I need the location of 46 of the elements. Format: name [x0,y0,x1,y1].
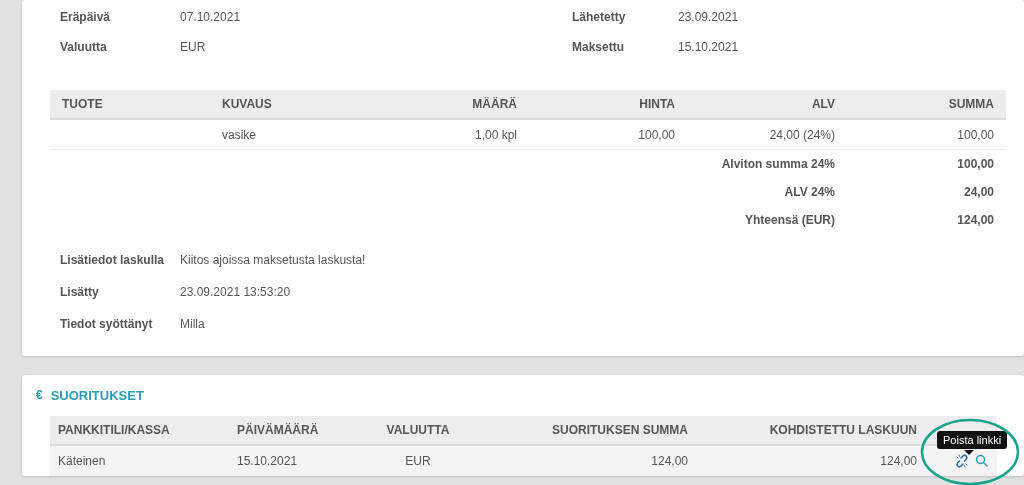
column-header: SUORITUKSEN SUMMA [471,416,696,446]
column-header: KOHDISTETTU LASKUUN [696,416,925,446]
table-cell: vasike [210,120,370,150]
table-cell: 124,00 [471,446,696,476]
field-value: Milla [180,317,205,331]
field-label: Lisätiedot laskulla [60,253,166,267]
total-label: Yhteensä (EUR) [743,212,836,229]
table-cell: 100,00 [847,120,1006,150]
tooltip-arrow-icon [964,450,974,455]
column-header: MÄÄRÄ [370,90,529,120]
field-value: 23.09.2021 [678,10,739,24]
field-value: 07.10.2021 [180,10,241,24]
table-cell: EUR [365,446,471,476]
field-value: 15.10.2021 [678,40,739,54]
column-header: PANKKITILI/KASSA [50,416,229,446]
section-title: SUORITUKSET [50,387,144,403]
total-value: 100,00 [956,156,995,173]
column-header: SUMMA [847,90,1006,120]
field-label: Lähetetty [572,10,627,24]
column-header: ALV [687,90,847,120]
field-label: Lisätty [60,285,100,299]
table-cell: Käteinen [50,446,229,476]
field-value: EUR [180,40,206,54]
table-cell: 1,00 kpl [370,120,529,150]
unlink-button[interactable] [955,453,969,468]
field-label: Valuutta [60,40,108,54]
total-value: 24,00 [962,184,995,201]
total-label: ALV 24% [783,184,836,201]
column-header: VALUUTTA [365,416,471,446]
search-button[interactable] [975,454,988,467]
table-cell: 15.10.2021 [229,446,365,476]
field-label: Maksettu [572,40,625,54]
euro-icon: € [36,388,43,402]
field-value: Kiitos ajoissa maksetusta laskusta! [180,253,366,267]
column-header: HINTA [529,90,687,120]
column-header: KUVAUS [210,90,370,120]
field-value: 23.09.2021 13:53:20 [180,285,291,299]
column-header: TUOTE [50,90,210,120]
total-label: Alviton summa 24% [720,156,836,173]
field-label: Eräpäivä [60,10,112,24]
column-header: PÄIVÄMÄÄRÄ [229,416,365,446]
table-cell: 100,00 [529,120,687,150]
table-cell: 124,00 [696,446,925,476]
table-cell: 24,00 (24%) [687,120,847,150]
total-value: 124,00 [956,212,995,229]
field-label: Tiedot syöttänyt [60,317,154,331]
